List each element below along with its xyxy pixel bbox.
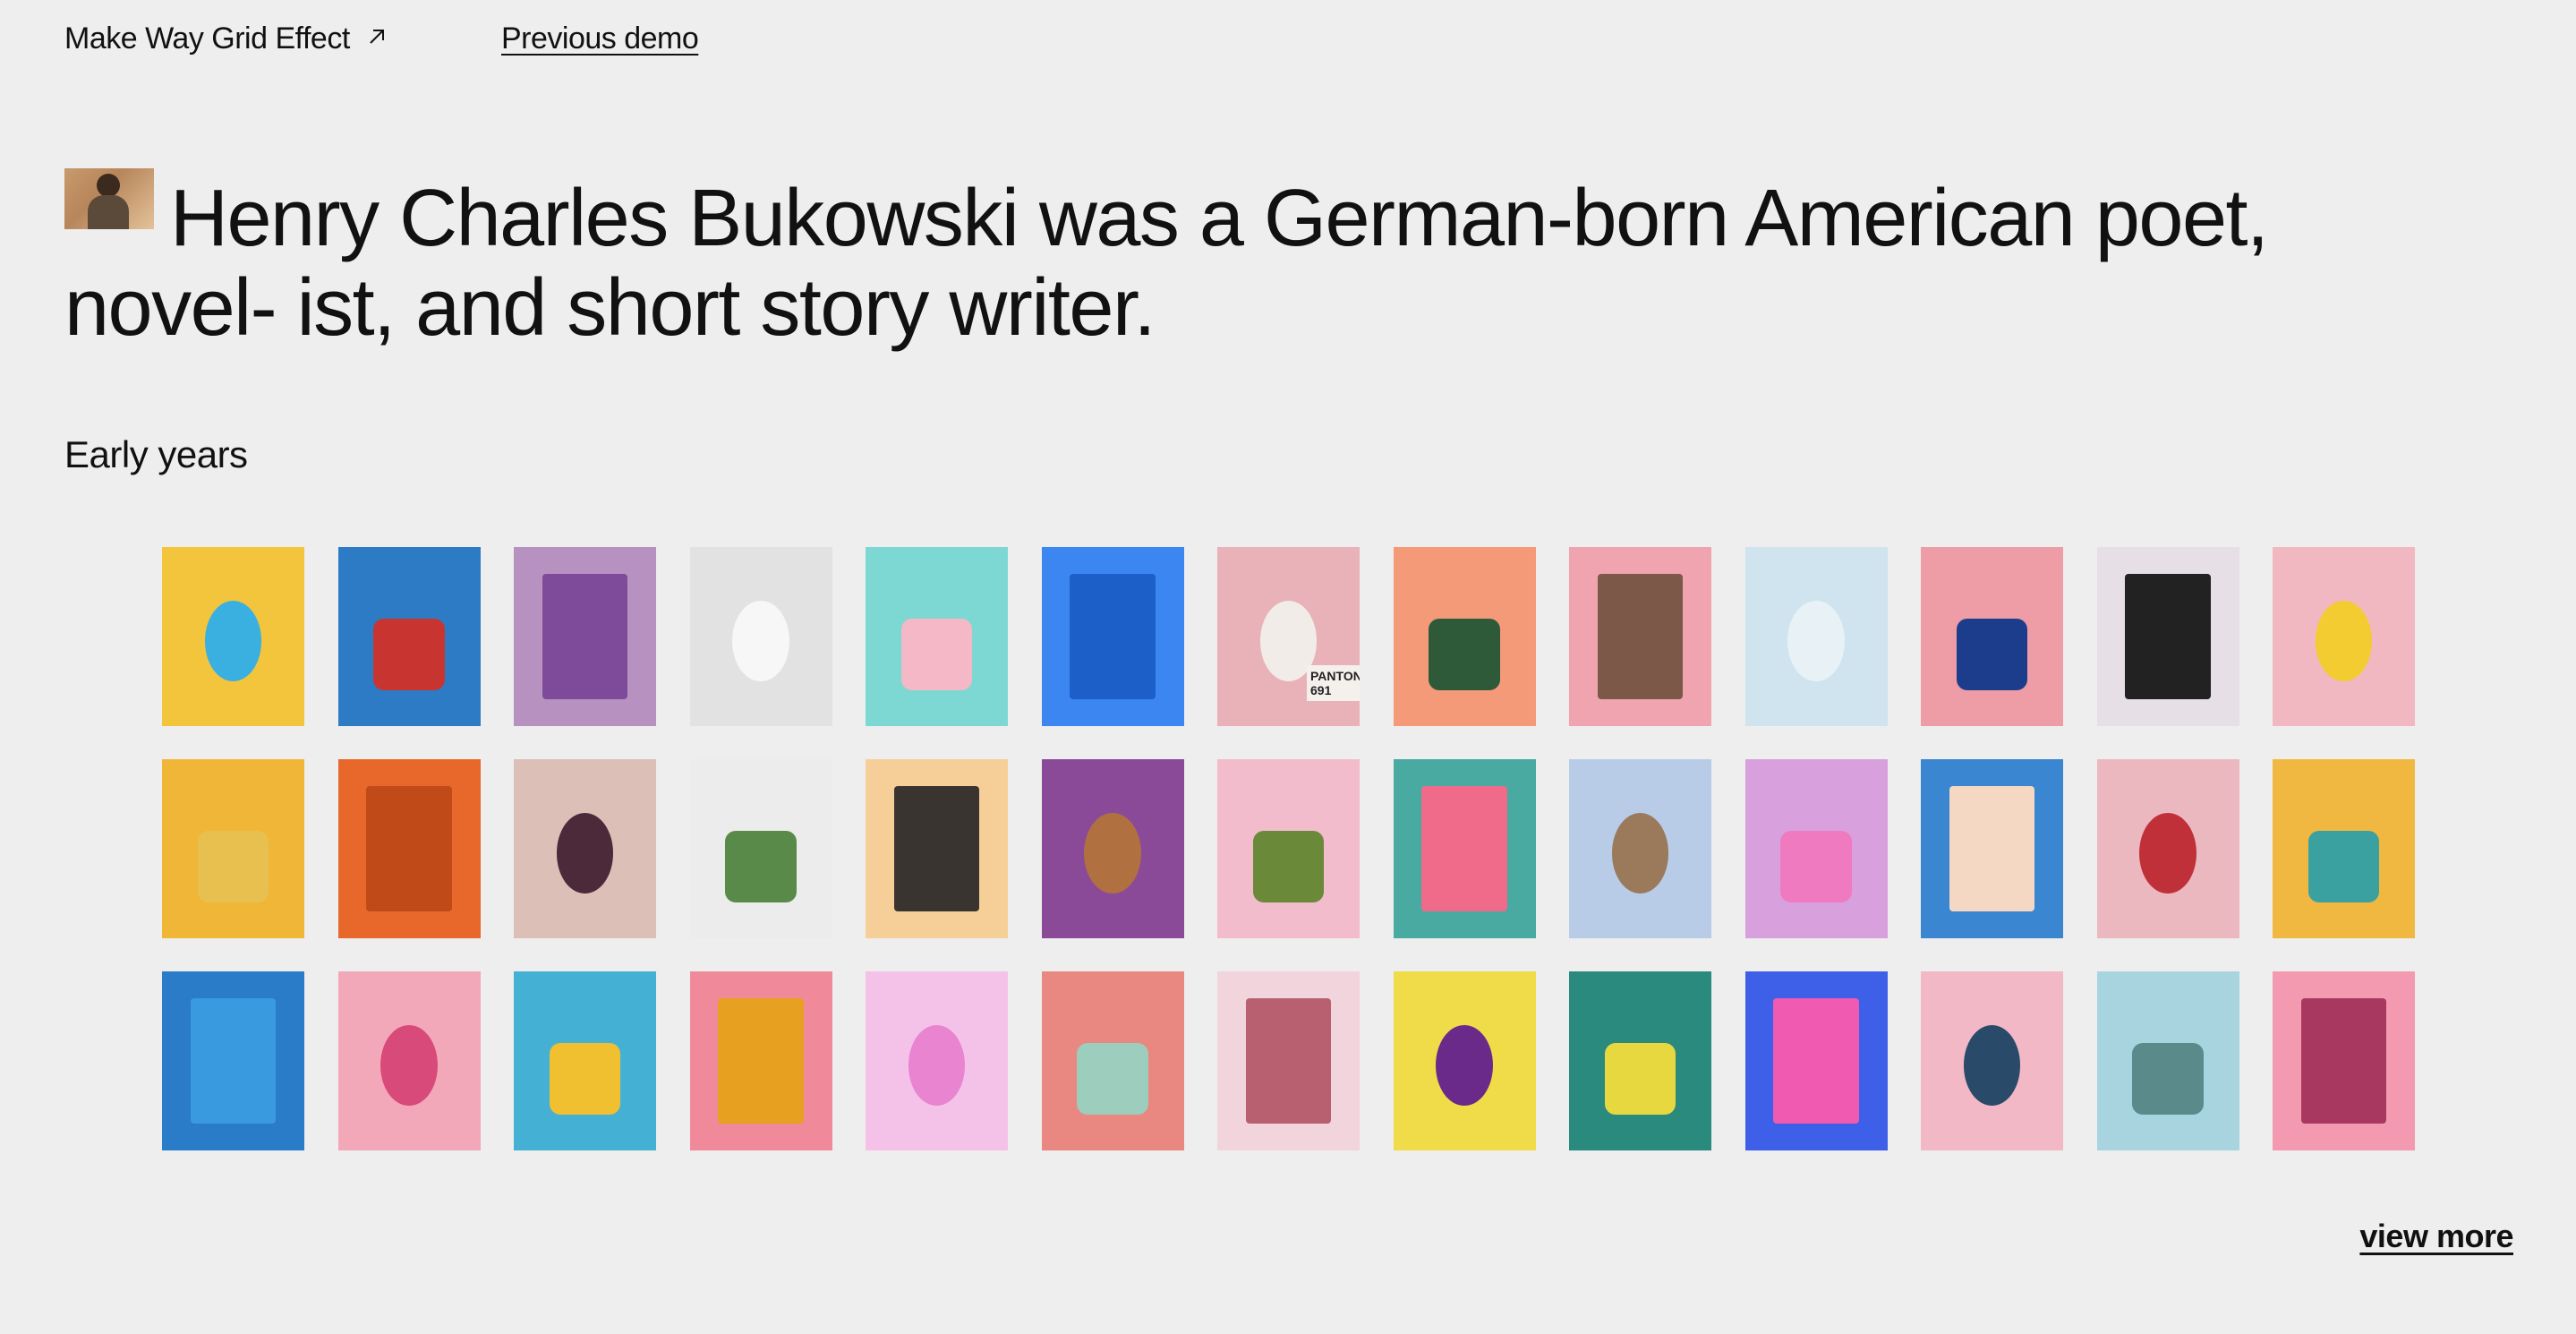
grid-image-cone-object[interactable] — [1569, 759, 1711, 938]
grid-image-subject — [190, 998, 277, 1124]
grid-image-pantone-spoon[interactable]: PANTONE 691 — [1217, 547, 1360, 726]
grid-image-subject — [542, 574, 628, 699]
grid-image-lips-torn-paper[interactable] — [1217, 971, 1360, 1150]
grid-image-pink-brick-wall[interactable] — [1921, 547, 2063, 726]
grid-image-subject — [380, 1025, 438, 1106]
grid-image-avocado-half[interactable] — [1217, 759, 1360, 938]
grid-image-label: PANTONE 691 — [1307, 665, 1360, 701]
section-label: Early years — [64, 433, 248, 475]
grid-image-subject — [1780, 831, 1852, 902]
grid-image-subject — [1077, 1043, 1148, 1115]
grid-image-subject — [2132, 1043, 2204, 1115]
grid-image-red-shape[interactable] — [2096, 759, 2239, 938]
grid-image-hand-with-cup[interactable] — [1921, 971, 2063, 1150]
grid-image-subject — [908, 1025, 966, 1106]
grid-image-subject — [1252, 831, 1325, 902]
grid-image-subject — [556, 813, 614, 894]
image-grid: PANTONE 691 — [162, 547, 2415, 1150]
grid-image-subject — [1245, 998, 1332, 1124]
grid-image-pink-pineapple[interactable] — [337, 971, 481, 1150]
grid-image-subject — [1949, 786, 2035, 911]
grid-image-glass-with-leaf[interactable] — [689, 759, 832, 938]
site-title-link[interactable]: Make Way Grid Effect — [64, 21, 387, 56]
grid-image-subject — [1963, 1025, 2021, 1106]
portrait-thumbnail — [64, 168, 154, 229]
view-more-link[interactable]: view more — [2359, 1218, 2513, 1255]
grid-image-pink-curves[interactable] — [1744, 759, 1888, 938]
grid-image-subject — [1597, 574, 1684, 699]
grid-image-subject — [2315, 601, 2373, 681]
header: Make Way Grid Effect — [64, 16, 387, 61]
grid-image-white-watch[interactable] — [689, 547, 832, 726]
grid-image-pink-tower[interactable] — [2273, 971, 2415, 1150]
grid-image-purple-door[interactable] — [514, 547, 656, 726]
grid-image-subject — [204, 601, 262, 681]
grid-image-yellow-stairs[interactable] — [1569, 971, 1711, 1150]
grid-image-yellow-tub[interactable] — [1393, 971, 1536, 1150]
grid-image-gumball-machine[interactable] — [866, 547, 1008, 726]
grid-image-subject — [893, 786, 980, 911]
grid-image-hand-peace-sign[interactable] — [162, 547, 304, 726]
grid-image-legs-on-court[interactable] — [1041, 971, 1184, 1150]
grid-image-subject — [900, 619, 973, 690]
previous-demo-link[interactable]: Previous demo — [501, 16, 699, 61]
grid-image-subject — [2300, 998, 2387, 1124]
grid-image-palm-leaves[interactable] — [1569, 547, 1711, 726]
grid-image-orange-wall[interactable] — [337, 759, 481, 938]
grid-image-subject — [732, 601, 789, 681]
grid-image-subject — [1429, 619, 1500, 690]
grid-image-subject — [1787, 601, 1845, 681]
grid-image-blue-red-vases[interactable] — [337, 547, 481, 726]
grid-image-subject — [1604, 1043, 1676, 1115]
grid-image-subject — [718, 998, 804, 1124]
grid-image-subject — [1084, 813, 1141, 894]
grid-image-pink-balloons[interactable] — [866, 971, 1008, 1150]
grid-image-peach-flower[interactable] — [1921, 759, 2063, 938]
grid-image-subject — [1421, 786, 1507, 911]
page-headline: Henry Charles Bukowski was a German-born… — [64, 168, 2481, 353]
grid-image-yellow-chair[interactable] — [689, 971, 832, 1150]
grid-image-subject — [1956, 619, 2028, 690]
grid-image-blue-sneaker[interactable] — [1041, 547, 1184, 726]
grid-image-subject — [2139, 813, 2196, 894]
grid-image-church-spire[interactable] — [2096, 971, 2239, 1150]
grid-image-subject — [1611, 813, 1669, 894]
grid-image-flamingo-float[interactable] — [1393, 759, 1536, 938]
grid-image-subject — [373, 619, 445, 690]
grid-image-green-plant-leaf[interactable] — [1393, 547, 1536, 726]
grid-image-subject — [366, 786, 452, 911]
grid-image-subject — [2307, 831, 2380, 902]
grid-image-teal-doors[interactable] — [2273, 759, 2415, 938]
grid-image-subject — [1436, 1025, 1493, 1106]
grid-image-dark-leaves[interactable] — [866, 759, 1008, 938]
grid-image-egg-with-sprout[interactable] — [1041, 759, 1184, 938]
grid-image-subject — [725, 831, 797, 902]
arrow-up-right-icon — [370, 29, 384, 44]
grid-image-blue-ball[interactable] — [162, 971, 304, 1150]
headline-text: Henry Charles Bukowski was a German-born… — [64, 174, 2269, 353]
grid-image-vintage-camera[interactable] — [2096, 547, 2239, 726]
grid-image-subject — [2125, 574, 2211, 699]
grid-image-pink-sneaker[interactable] — [514, 759, 656, 938]
grid-image-small-cactus[interactable] — [1744, 547, 1888, 726]
grid-image-subject — [549, 1043, 621, 1115]
grid-image-subject — [1070, 574, 1156, 699]
grid-image-subject — [197, 831, 269, 902]
grid-image-subject — [1773, 998, 1859, 1124]
grid-image-blue-yellow-wall[interactable] — [514, 971, 656, 1150]
grid-image-pink-lamp[interactable] — [1744, 971, 1888, 1150]
site-title: Make Way Grid Effect — [64, 21, 350, 56]
grid-image-banana[interactable] — [2273, 547, 2415, 726]
grid-image-game-boy[interactable] — [162, 759, 304, 938]
